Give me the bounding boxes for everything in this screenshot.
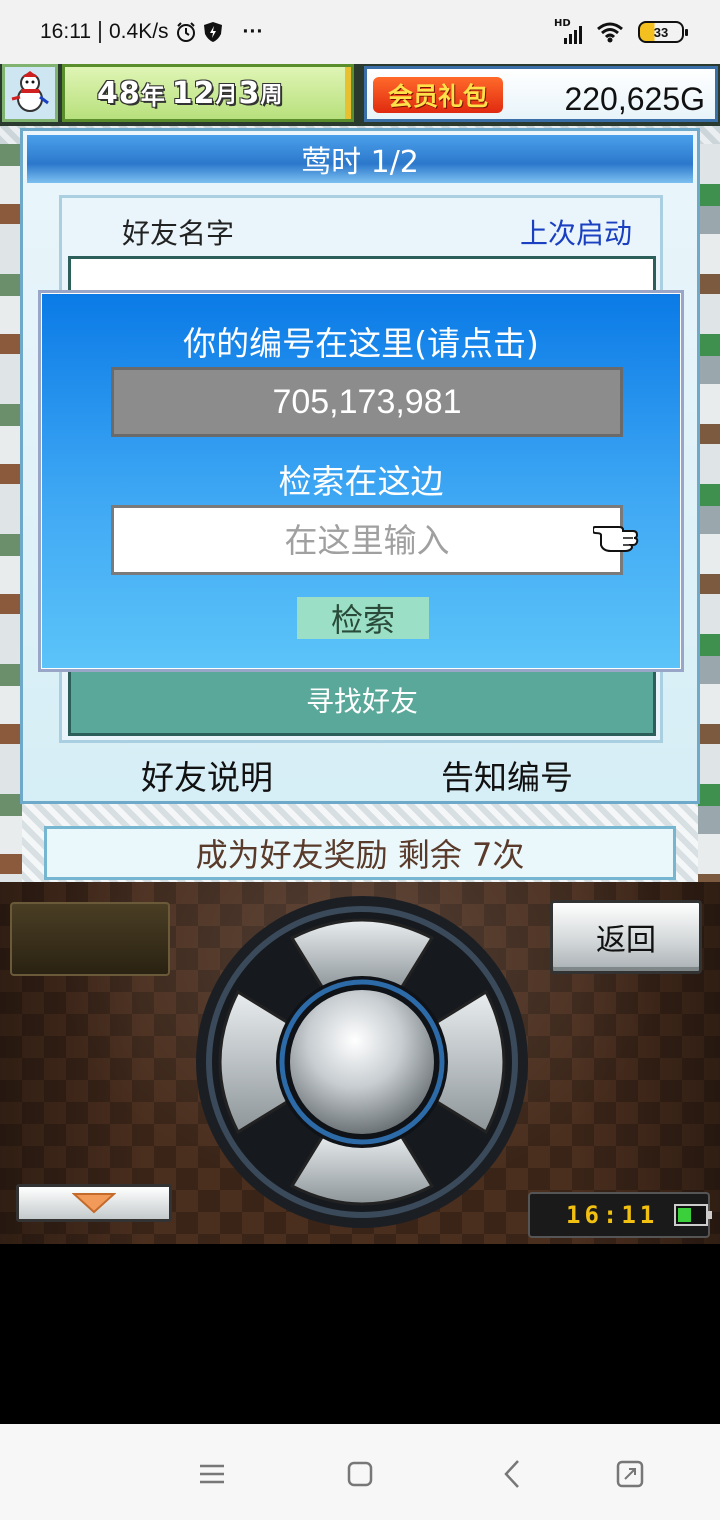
- friend-reward-banner: 成为好友奖励 剩余 7次: [44, 826, 676, 880]
- date-month-unit: 月: [215, 83, 239, 108]
- expand-down-button[interactable]: [16, 1184, 172, 1222]
- date-week-number: 3: [238, 75, 261, 111]
- snowman-avatar-icon[interactable]: [2, 64, 58, 122]
- member-pack-button[interactable]: 会员礼包: [373, 77, 503, 113]
- date-week-unit: 周: [260, 83, 284, 108]
- id-dialog-title: 你的编号在这里(请点击): [183, 324, 539, 363]
- money-amount: 220,625G: [564, 81, 705, 117]
- my-id-button[interactable]: 705,173,981: [111, 367, 623, 437]
- back-arrow-icon[interactable]: [492, 1454, 532, 1494]
- menu-icon[interactable]: [192, 1454, 232, 1494]
- pointing-hand-icon: [591, 519, 643, 557]
- battery-mini-icon: [674, 1204, 712, 1226]
- home-icon[interactable]: [340, 1454, 380, 1494]
- friend-help-button[interactable]: 好友说明: [141, 751, 273, 799]
- top-hud: 48 年 12 月 3 周 会员礼包 220,625G: [0, 64, 720, 126]
- status-bar-right: HD 33: [554, 18, 688, 44]
- clock-time: 16:11: [566, 1201, 659, 1229]
- date-year-unit: 年: [140, 81, 166, 110]
- date-divider: [345, 67, 351, 119]
- network-speed: 0.4K/s: [109, 20, 169, 43]
- system-nav-bar: [0, 1424, 720, 1520]
- back-button[interactable]: 返回: [550, 900, 702, 974]
- date-month-number: 12: [171, 75, 216, 111]
- dpad[interactable]: [194, 894, 530, 1234]
- alarm-icon: [175, 21, 197, 43]
- triangle-down-icon: [72, 1193, 116, 1214]
- column-friend-name: 好友名字: [122, 217, 235, 250]
- shield-icon: [203, 21, 223, 43]
- find-friend-button[interactable]: 寻找好友: [71, 663, 653, 733]
- game-date: 48 年 12 月 3 周: [62, 64, 354, 122]
- wifi-icon: [596, 21, 624, 43]
- date-year-number: 48: [97, 75, 141, 111]
- status-bar: 16:11 0.4K/s ··· HD 33: [0, 0, 720, 64]
- more-notifications: ···: [242, 20, 264, 43]
- game-clock: 16:11: [528, 1192, 712, 1238]
- friend-panel-title: 莺时 1/2: [27, 135, 693, 183]
- virtual-controller: 返回 16:11: [0, 882, 720, 1244]
- battery-icon: 33: [638, 21, 688, 43]
- dpad-center-button[interactable]: [290, 990, 434, 1134]
- game-area: 48 年 12 月 3 周 会员礼包 220,625G 莺时 1/2 好友名字 …: [0, 64, 720, 882]
- map-background-right: [698, 144, 720, 882]
- column-last-launch: 上次启动: [519, 217, 632, 250]
- status-bar-left: 16:11 0.4K/s ···: [40, 20, 264, 44]
- controller-display-slot: [10, 902, 170, 976]
- money-panel: 会员礼包 220,625G: [364, 66, 718, 122]
- friend-id-dialog: 你的编号在这里(请点击) 705,173,981 检索在这边 检索: [38, 290, 684, 672]
- friend-id-search-input[interactable]: [111, 505, 623, 575]
- notify-id-button[interactable]: 告知编号: [441, 751, 573, 799]
- map-background-left: [0, 144, 22, 882]
- window-mode-icon[interactable]: [610, 1454, 650, 1494]
- cell-signal-icon: HD: [554, 18, 582, 44]
- status-time: 16:11: [40, 20, 91, 43]
- search-label: 检索在这边: [278, 462, 444, 501]
- status-divider: [99, 21, 101, 43]
- search-button[interactable]: 检索: [297, 597, 429, 639]
